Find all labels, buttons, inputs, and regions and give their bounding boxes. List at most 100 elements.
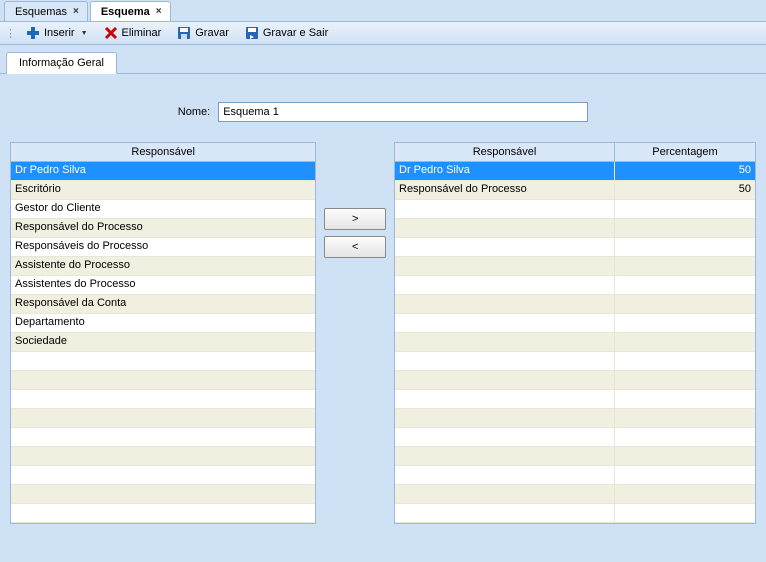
name-label: Nome: [178, 106, 210, 118]
list-cell [615, 219, 755, 237]
list-cell [11, 371, 315, 389]
list-header: Responsável Percentagem [395, 143, 755, 162]
list-cell [615, 447, 755, 465]
list-row[interactable] [395, 200, 755, 219]
selected-list: Responsável Percentagem Dr Pedro Silva50… [394, 142, 756, 524]
list-row[interactable] [395, 352, 755, 371]
name-input[interactable] [218, 102, 588, 122]
list-cell [615, 466, 755, 484]
list-cell: Responsável do Processo [11, 219, 315, 237]
list-row[interactable]: Departamento [11, 314, 315, 333]
list-row[interactable] [395, 238, 755, 257]
list-row[interactable] [11, 371, 315, 390]
tab-general-info[interactable]: Informação Geral [6, 52, 117, 74]
insert-button[interactable]: Inserir ▼ [19, 23, 95, 43]
list-row[interactable]: Responsável do Processo [11, 219, 315, 238]
list-body[interactable]: Dr Pedro SilvaEscritórioGestor do Client… [11, 162, 315, 523]
list-cell [615, 409, 755, 427]
tab-label: Informação Geral [19, 57, 104, 69]
list-cell [395, 352, 615, 370]
remove-button[interactable]: < [324, 236, 386, 258]
disk-exit-icon [245, 26, 259, 40]
button-label: > [352, 213, 358, 225]
list-row[interactable] [11, 447, 315, 466]
list-row[interactable]: Responsáveis do Processo [11, 238, 315, 257]
list-cell [395, 200, 615, 218]
list-row[interactable] [395, 485, 755, 504]
list-row[interactable]: Responsável do Processo50 [395, 181, 755, 200]
list-row[interactable] [11, 390, 315, 409]
list-cell: Responsável da Conta [11, 295, 315, 313]
save-exit-button[interactable]: Gravar e Sair [238, 23, 335, 43]
tab-label: Esquemas [15, 6, 67, 18]
list-cell: Sociedade [11, 333, 315, 351]
list-cell [11, 447, 315, 465]
list-body[interactable]: Dr Pedro Silva50Responsável do Processo5… [395, 162, 755, 523]
list-cell [395, 428, 615, 446]
tab-esquema[interactable]: Esquema × [90, 1, 171, 21]
list-row[interactable] [395, 371, 755, 390]
list-row[interactable] [395, 314, 755, 333]
list-row[interactable] [395, 295, 755, 314]
list-cell [395, 295, 615, 313]
sub-tab-bar: Informação Geral [0, 45, 766, 74]
list-cell: Gestor do Cliente [11, 200, 315, 218]
list-row[interactable] [11, 466, 315, 485]
column-header[interactable]: Percentagem [615, 143, 755, 161]
list-row[interactable]: Assistente do Processo [11, 257, 315, 276]
list-row[interactable] [395, 219, 755, 238]
list-row[interactable] [11, 485, 315, 504]
column-header[interactable]: Responsável [11, 143, 315, 161]
list-cell: 50 [615, 162, 755, 180]
list-cell [615, 333, 755, 351]
list-row[interactable] [395, 504, 755, 523]
list-cell [395, 238, 615, 256]
tab-esquemas[interactable]: Esquemas × [4, 1, 88, 21]
delete-button[interactable]: Eliminar [97, 23, 169, 43]
list-row[interactable] [395, 390, 755, 409]
list-row[interactable]: Dr Pedro Silva50 [395, 162, 755, 181]
list-row[interactable] [395, 409, 755, 428]
list-cell [395, 276, 615, 294]
close-icon[interactable]: × [156, 6, 162, 17]
toolbar-grip: ⋮ [4, 27, 17, 40]
button-label: < [352, 241, 358, 253]
list-row[interactable]: Dr Pedro Silva [11, 162, 315, 181]
plus-icon [26, 26, 40, 40]
list-row[interactable] [395, 257, 755, 276]
list-row[interactable] [11, 428, 315, 447]
list-row[interactable] [11, 352, 315, 371]
button-label: Eliminar [122, 27, 162, 39]
list-cell: Assistente do Processo [11, 257, 315, 275]
list-cell [615, 295, 755, 313]
column-header[interactable]: Responsável [395, 143, 615, 161]
list-cell [395, 314, 615, 332]
list-row[interactable] [395, 447, 755, 466]
list-cell [395, 219, 615, 237]
list-cell: 50 [615, 181, 755, 199]
list-cell: Dr Pedro Silva [395, 162, 615, 180]
list-row[interactable] [11, 504, 315, 523]
list-cell: Responsável do Processo [395, 181, 615, 199]
list-row[interactable] [395, 333, 755, 352]
list-cell [395, 371, 615, 389]
list-row[interactable] [11, 409, 315, 428]
close-icon[interactable]: × [73, 6, 79, 17]
tab-label: Esquema [101, 6, 150, 18]
list-row[interactable]: Sociedade [11, 333, 315, 352]
add-button[interactable]: > [324, 208, 386, 230]
list-row[interactable] [395, 466, 755, 485]
list-cell [395, 409, 615, 427]
list-row[interactable]: Gestor do Cliente [11, 200, 315, 219]
main-tab-bar: Esquemas × Esquema × [0, 0, 766, 21]
list-row[interactable] [395, 428, 755, 447]
list-cell [11, 352, 315, 370]
list-cell: Responsáveis do Processo [11, 238, 315, 256]
list-row[interactable] [395, 276, 755, 295]
button-label: Gravar e Sair [263, 27, 328, 39]
list-cell [11, 466, 315, 484]
list-row[interactable]: Assistentes do Processo [11, 276, 315, 295]
save-button[interactable]: Gravar [170, 23, 236, 43]
list-row[interactable]: Escritório [11, 181, 315, 200]
list-row[interactable]: Responsável da Conta [11, 295, 315, 314]
